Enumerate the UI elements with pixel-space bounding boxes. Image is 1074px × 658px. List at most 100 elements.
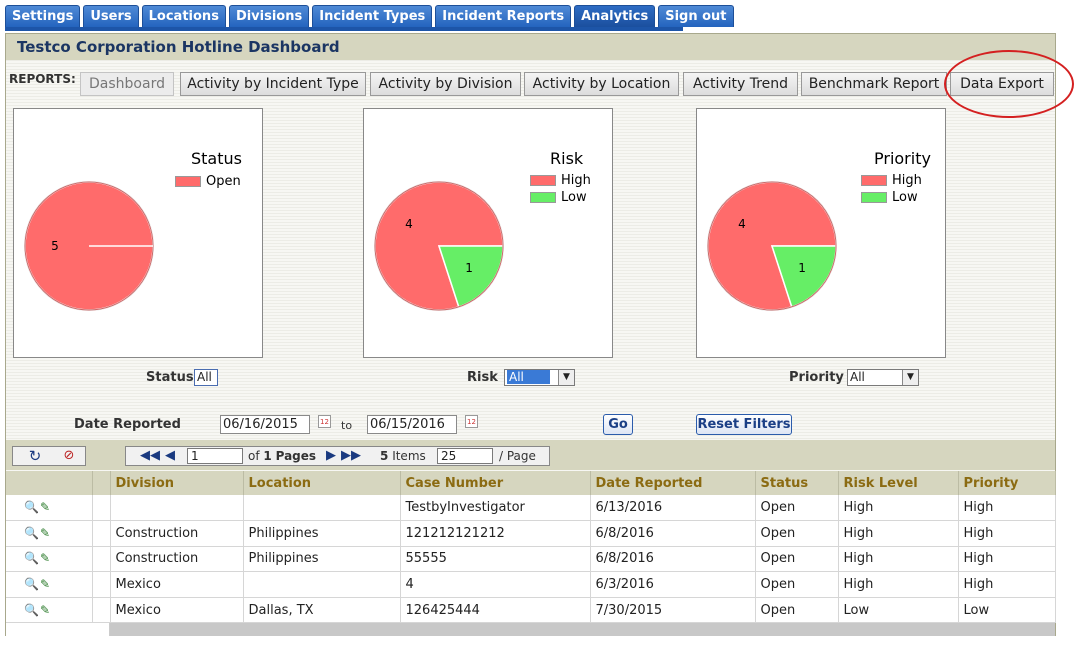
risk-level-cell: High bbox=[838, 571, 959, 598]
report-benchmark-button[interactable]: Benchmark Report bbox=[801, 72, 947, 96]
chevron-down-icon: ▼ bbox=[902, 370, 918, 385]
table-row[interactable]: 🔍✎ Mexico Dallas, TX 126425444 7/30/2015 Open… bbox=[6, 597, 1056, 624]
row-actions: 🔍✎ bbox=[6, 495, 93, 522]
status-legend-open: Open bbox=[175, 174, 241, 189]
pager: ◀◀ ◀ 1 of 1 Pages ▶ ▶▶ 5 Items 25 / Page bbox=[125, 446, 550, 466]
report-activity-incident-type-button[interactable]: Activity by Incident Type bbox=[180, 72, 366, 96]
tab-settings[interactable]: Settings bbox=[5, 5, 81, 27]
division-cell bbox=[110, 495, 244, 522]
status-filter-select[interactable]: All bbox=[194, 369, 218, 386]
priority-filter-label: Priority bbox=[789, 370, 844, 385]
division-cell: Construction bbox=[110, 520, 244, 547]
row-spacer bbox=[92, 546, 111, 573]
row-spacer bbox=[92, 571, 111, 598]
risk-pie: 41 bbox=[374, 181, 504, 311]
status-pie-svg: 5 bbox=[24, 181, 154, 311]
risk-legend-low: Low bbox=[530, 190, 587, 205]
priority-filter-select[interactable]: All ▼ bbox=[847, 369, 919, 386]
grid-action-group: ↻ ⊘ bbox=[12, 446, 86, 466]
go-button[interactable]: Go bbox=[603, 414, 633, 435]
dashboard-panel: Testco Corporation Hotline Dashboard REP… bbox=[5, 33, 1074, 636]
table-scrollbar[interactable] bbox=[6, 623, 1055, 636]
page-size-input[interactable]: 25 bbox=[437, 448, 493, 464]
page-title: Testco Corporation Hotline Dashboard bbox=[6, 34, 1055, 60]
tab-underline bbox=[5, 27, 683, 31]
col-division[interactable]: Division bbox=[110, 471, 244, 495]
priority-filter-value: All bbox=[850, 370, 865, 384]
page-input[interactable]: 1 bbox=[187, 448, 243, 464]
tab-incident-reports[interactable]: Incident Reports bbox=[435, 5, 572, 27]
magnifier-icon[interactable]: 🔍 bbox=[24, 603, 39, 617]
status-chart: 5 Status Open bbox=[13, 108, 263, 358]
date-from-input[interactable]: 06/16/2015 bbox=[220, 415, 310, 434]
edit-icon[interactable]: ✎ bbox=[40, 551, 54, 565]
location-cell: Philippines bbox=[243, 546, 401, 573]
case-number-cell: 55555 bbox=[400, 546, 591, 573]
col-case-number[interactable]: Case Number bbox=[400, 471, 591, 495]
col-priority[interactable]: Priority bbox=[958, 471, 1056, 495]
risk-filter-select[interactable]: All ▼ bbox=[504, 369, 575, 386]
edit-icon[interactable]: ✎ bbox=[40, 603, 54, 617]
priority-pie: 41 bbox=[707, 181, 837, 311]
table-row[interactable]: 🔍✎ Mexico 4 6/3/2016 Open High High bbox=[6, 571, 1056, 598]
page-count: of 1 Pages bbox=[248, 449, 316, 463]
col-location[interactable]: Location bbox=[243, 471, 401, 495]
tab-sign-out[interactable]: Sign out bbox=[658, 5, 734, 27]
tab-divisions[interactable]: Divisions bbox=[228, 5, 310, 27]
magnifier-icon[interactable]: 🔍 bbox=[24, 577, 39, 591]
tab-analytics[interactable]: Analytics bbox=[574, 5, 656, 27]
row-actions: 🔍✎ bbox=[6, 571, 93, 598]
col-status[interactable]: Status bbox=[755, 471, 839, 495]
table-row[interactable]: 🔍✎ TestbyInvestigator 6/13/2016 Open High Hig… bbox=[6, 495, 1056, 522]
col-date-reported[interactable]: Date Reported bbox=[590, 471, 756, 495]
magnifier-icon[interactable]: 🔍 bbox=[24, 526, 39, 540]
status-filter-label: Status bbox=[146, 370, 194, 385]
first-page-icon[interactable]: ◀◀ bbox=[140, 448, 160, 464]
date-to-input[interactable]: 06/15/2016 bbox=[367, 415, 457, 434]
edit-icon[interactable]: ✎ bbox=[40, 500, 54, 514]
calendar-icon[interactable]: 12 bbox=[465, 415, 478, 428]
row-spacer bbox=[92, 597, 111, 624]
risk-legend-high: High bbox=[530, 173, 591, 188]
next-page-icon[interactable]: ▶ bbox=[325, 448, 337, 464]
row-spacer bbox=[92, 520, 111, 547]
report-activity-division-button[interactable]: Activity by Division bbox=[370, 72, 521, 96]
division-cell: Mexico bbox=[110, 571, 244, 598]
chevron-down-icon: ▼ bbox=[558, 370, 574, 385]
clear-filter-icon[interactable]: ⊘ bbox=[57, 448, 81, 464]
calendar-icon[interactable]: 12 bbox=[318, 415, 331, 428]
table-row[interactable]: 🔍✎ Construction Philippines 55555 6/8/2016 Op… bbox=[6, 546, 1056, 573]
col-risk-level[interactable]: Risk Level bbox=[838, 471, 959, 495]
reset-filters-button[interactable]: Reset Filters bbox=[696, 414, 792, 435]
magnifier-icon[interactable]: 🔍 bbox=[24, 551, 39, 565]
actions-header bbox=[6, 471, 93, 495]
case-number-cell: 4 bbox=[400, 571, 591, 598]
priority-legend-low: Low bbox=[861, 190, 918, 205]
risk-level-cell: High bbox=[838, 495, 959, 522]
last-page-icon[interactable]: ▶▶ bbox=[340, 448, 362, 464]
table-row[interactable]: 🔍✎ Construction Philippines 121212121212 6/8… bbox=[6, 520, 1056, 547]
report-activity-trend-button[interactable]: Activity Trend bbox=[683, 72, 798, 96]
edit-icon[interactable]: ✎ bbox=[40, 577, 54, 591]
prev-page-icon[interactable]: ◀ bbox=[164, 448, 176, 464]
report-activity-location-button[interactable]: Activity by Location bbox=[524, 72, 679, 96]
magnifier-icon[interactable]: 🔍 bbox=[24, 500, 39, 514]
status-cell: Open bbox=[755, 520, 839, 547]
date-to-label: to bbox=[341, 419, 353, 432]
pie-value-label: 1 bbox=[798, 261, 806, 275]
tab-incident-types[interactable]: Incident Types bbox=[312, 5, 433, 27]
refresh-icon[interactable]: ↻ bbox=[25, 448, 45, 464]
risk-filter-label: Risk bbox=[467, 370, 498, 385]
items-number: 5 bbox=[380, 449, 389, 463]
pages-label: Pages bbox=[275, 449, 317, 463]
edit-icon[interactable]: ✎ bbox=[40, 526, 54, 540]
risk-chart: 41 Risk High Low bbox=[363, 108, 613, 358]
top-nav: Settings Users Locations Divisions Incid… bbox=[5, 5, 734, 27]
priority-chart: 41 Priority High Low bbox=[696, 108, 946, 358]
tab-locations[interactable]: Locations bbox=[141, 5, 226, 27]
priority-legend-high: High bbox=[861, 173, 922, 188]
priority-cell: Low bbox=[958, 597, 1056, 624]
report-dashboard-button[interactable]: Dashboard bbox=[80, 72, 174, 96]
priority-pie-svg: 41 bbox=[707, 181, 837, 311]
tab-users[interactable]: Users bbox=[83, 5, 139, 27]
